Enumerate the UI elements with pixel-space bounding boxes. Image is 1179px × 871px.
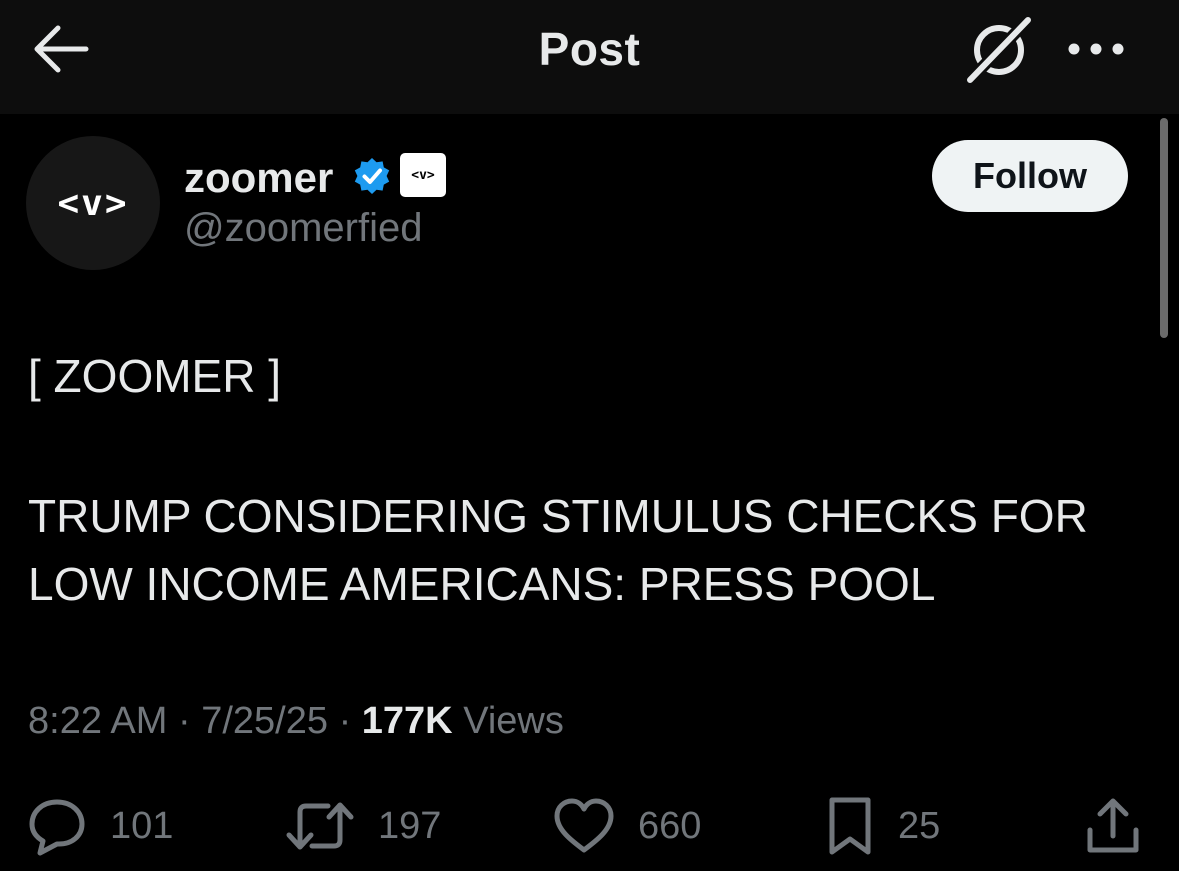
post-headline-line-1: TRUMP CONSIDERING STIMULUS CHECKS FOR xyxy=(28,490,1088,542)
post-meta: 8:22 AM · 7/25/25 · 177K Views xyxy=(28,700,564,743)
grok-button[interactable] xyxy=(962,14,1034,86)
repost-icon xyxy=(286,802,354,850)
share-icon xyxy=(1087,798,1139,853)
author-handle[interactable]: @zoomerfied xyxy=(184,206,422,251)
views-label: Views xyxy=(463,700,564,742)
affiliate-badge[interactable]: <v> xyxy=(400,153,446,197)
reply-count: 101 xyxy=(110,804,174,847)
bookmark-button[interactable]: 25 xyxy=(824,796,940,856)
meta-separator: · xyxy=(338,700,352,742)
more-horizontal-icon xyxy=(1068,43,1124,55)
bookmark-count: 25 xyxy=(898,804,941,847)
verified-badge[interactable] xyxy=(352,156,392,196)
affiliate-badge-text: <v> xyxy=(411,167,435,183)
scrollbar[interactable] xyxy=(1160,118,1168,338)
bookmark-icon xyxy=(829,797,871,855)
avatar-logo-text: <v> xyxy=(57,182,129,224)
author-display-name[interactable]: zoomer xyxy=(184,154,333,202)
reply-icon xyxy=(29,799,85,856)
like-count: 660 xyxy=(638,804,702,847)
follow-button[interactable]: Follow xyxy=(932,140,1128,212)
heart-icon xyxy=(554,798,614,853)
post-headline-line-2: LOW INCOME AMERICANS: PRESS POOL xyxy=(28,558,936,610)
repost-count: 197 xyxy=(378,804,442,847)
meta-separator: · xyxy=(177,700,191,742)
post-time[interactable]: 8:22 AM xyxy=(28,700,167,742)
post-tag: [ ZOOMER ] xyxy=(28,350,281,402)
repost-button[interactable]: 197 xyxy=(284,796,441,856)
top-bar: Post xyxy=(0,0,1179,114)
like-button[interactable]: 660 xyxy=(552,796,701,856)
grok-icon xyxy=(964,14,1034,86)
reply-button[interactable]: 101 xyxy=(26,796,173,856)
avatar[interactable]: <v> xyxy=(26,136,160,270)
post-date[interactable]: 7/25/25 xyxy=(201,700,328,742)
more-button[interactable] xyxy=(1064,32,1128,66)
verified-check-icon xyxy=(354,158,390,194)
views-count: 177K xyxy=(361,700,453,742)
share-button[interactable] xyxy=(1082,796,1144,856)
